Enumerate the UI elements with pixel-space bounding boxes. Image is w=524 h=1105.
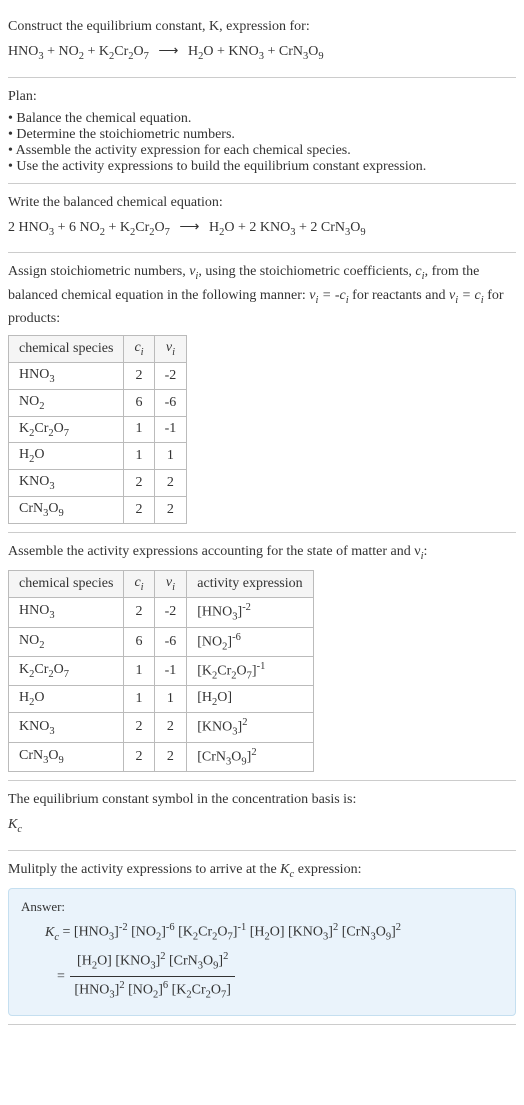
plan-item: Use the activity expressions to build th… [8,159,516,175]
kc-expression: Kc = [HNO3]-2 [NO2]-6 [K2Cr2O7]-1 [H2O] … [21,919,503,947]
plan-item: Determine the stoichiometric numbers. [8,127,516,143]
col-nu: νi [154,336,187,363]
plan-label: Plan: [8,86,516,107]
arrow-icon: ⟶ [179,220,199,235]
kc-symbol: Kc [8,814,516,838]
table-row: CrN3O9 2 2 [CrN3O9]2 [9,742,314,771]
balanced-equation: 2 HNO3 + 6 NO2 + K2Cr2O7 ⟶ H2O + 2 KNO3 … [8,217,516,241]
answer-label: Answer: [21,899,503,915]
multiply-text: Mulitply the activity expressions to arr… [8,859,516,883]
header-text: Construct the equilibrium constant, K, e… [8,16,516,37]
activity-text: Assemble the activity expressions accoun… [8,541,516,565]
table-row: K2Cr2O7 1 -1 [K2Cr2O7]-1 [9,657,314,686]
product-3: CrN3O9 [279,44,324,59]
col-c: ci [124,336,154,363]
activity-section: Assemble the activity expressions accoun… [8,533,516,781]
product-2: KNO3 [228,44,264,59]
table-row: NO2 6 -6 [9,389,187,416]
table-row: H2O 1 1 [9,443,187,470]
stoich-section: Assign stoichiometric numbers, νi, using… [8,253,516,533]
table-row: KNO3 2 2 [9,470,187,497]
balanced-label: Write the balanced chemical equation: [8,192,516,213]
arrow-icon: ⟶ [158,44,178,59]
table-row: CrN3O9 2 2 [9,496,187,523]
table-row: K2Cr2O7 1 -1 [9,416,187,443]
table-row: HNO3 2 -2 [9,362,187,389]
kc-symbol-text: The equilibrium constant symbol in the c… [8,789,516,810]
activity-table: chemical species ci νi activity expressi… [8,570,314,772]
col-species: chemical species [9,336,124,363]
reactant-1: HNO3 [8,44,44,59]
table-header-row: chemical species ci νi [9,336,187,363]
balanced-section: Write the balanced chemical equation: 2 … [8,184,516,254]
stoich-text: Assign stoichiometric numbers, νi, using… [8,261,516,329]
plan-item: Assemble the activity expression for eac… [8,143,516,159]
kc-symbol-section: The equilibrium constant symbol in the c… [8,781,516,851]
table-header-row: chemical species ci νi activity expressi… [9,571,314,598]
kc-fraction: = [H2O] [KNO3]2 [CrN3O9]2 [HNO3]2 [NO2]6… [21,948,503,1006]
answer-box: Answer: Kc = [HNO3]-2 [NO2]-6 [K2Cr2O7]-… [8,888,516,1016]
stoich-table: chemical species ci νi HNO3 2 -2 NO2 6 -… [8,335,187,524]
reactant-2: NO2 [59,44,84,59]
plan-section: Plan: Balance the chemical equation. Det… [8,78,516,184]
fraction: [H2O] [KNO3]2 [CrN3O9]2 [HNO3]2 [NO2]6 [… [70,948,235,1006]
table-row: H2O 1 1 [H2O] [9,686,314,713]
table-row: HNO3 2 -2 [HNO3]-2 [9,598,314,627]
table-row: NO2 6 -6 [NO2]-6 [9,627,314,656]
product-1: H2O [188,44,214,59]
plan-item: Balance the chemical equation. [8,111,516,127]
table-row: KNO3 2 2 [KNO3]2 [9,713,314,742]
reactant-3: K2Cr2O7 [99,44,149,59]
answer-section: Mulitply the activity expressions to arr… [8,851,516,1026]
header-line1: Construct the equilibrium constant, K, e… [8,19,310,34]
unbalanced-equation: HNO3 + NO2 + K2Cr2O7 ⟶ H2O + KNO3 + CrN3… [8,41,516,65]
header-section: Construct the equilibrium constant, K, e… [8,8,516,78]
plan-list: Balance the chemical equation. Determine… [8,111,516,175]
